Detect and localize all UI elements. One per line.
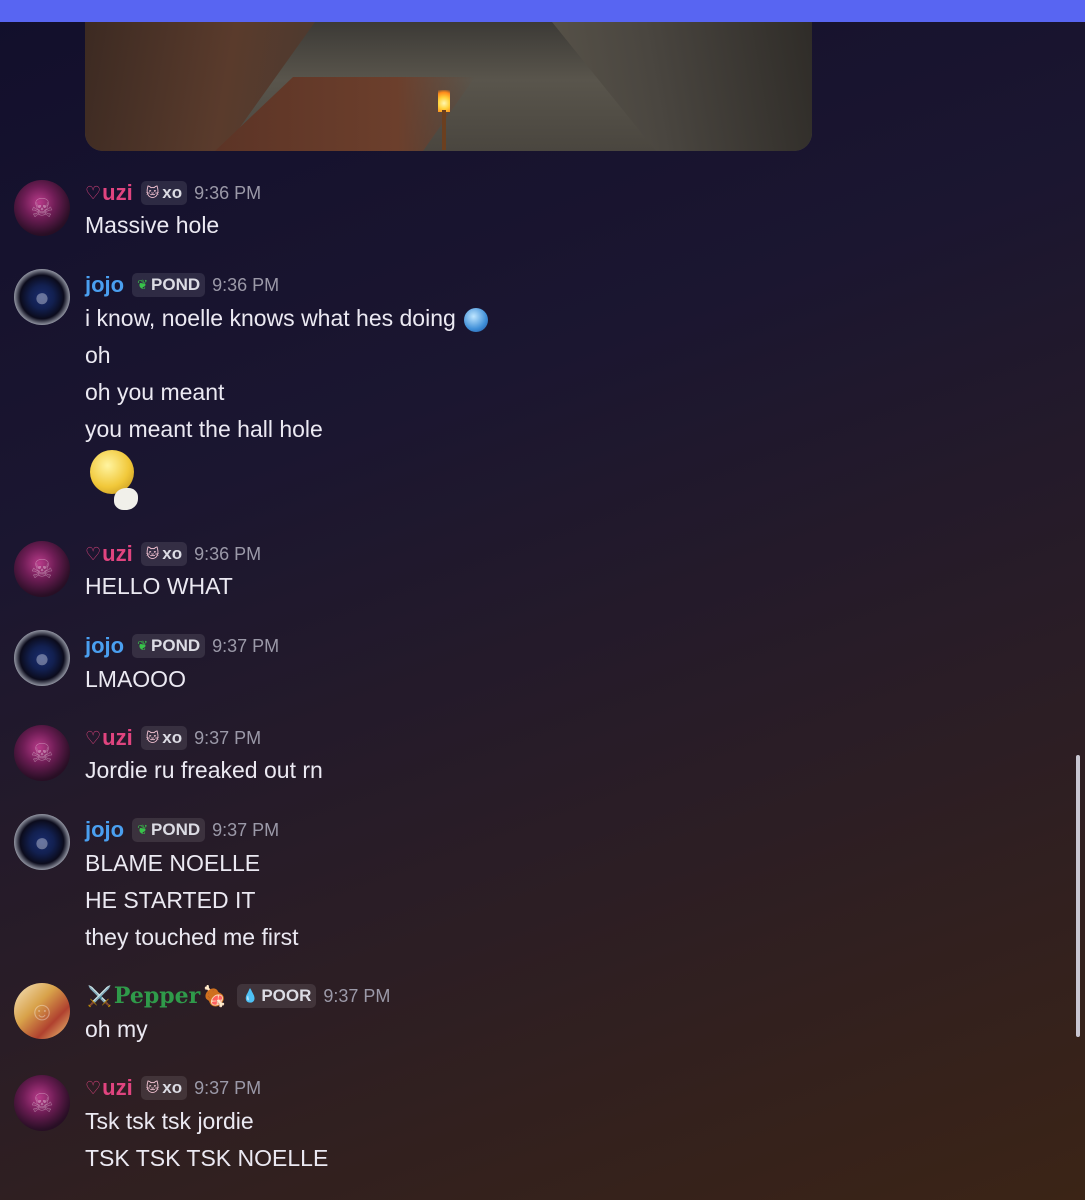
message-text: LMAOOO (85, 666, 186, 692)
message-header: ♡ uzi 🐱 xo 9:37 PM (85, 725, 261, 751)
message-header: jojo ❦ POND 9:36 PM (85, 272, 279, 298)
timestamp: 9:36 PM (212, 274, 280, 295)
username[interactable]: jojo (85, 272, 124, 298)
timestamp: 9:37 PM (212, 819, 280, 840)
message-text: oh you meant (85, 379, 225, 405)
role-tag-label: POND (151, 275, 201, 294)
cat-icon: 🐱 (145, 1080, 160, 1095)
meat-icon: 🍖 (202, 985, 228, 1008)
user-avatar-icon: ☠ (30, 737, 54, 768)
heart-icon: ♡ (85, 182, 102, 203)
user-avatar-icon: ☠ (30, 1087, 54, 1118)
timestamp: 9:37 PM (194, 1077, 262, 1098)
cave-wall-right (552, 22, 812, 151)
role-tag[interactable]: 🐱 xo (140, 1076, 188, 1100)
message-header: jojo ❦ POND 9:37 PM (85, 633, 279, 659)
role-tag-label: xo (162, 1078, 183, 1097)
message-header: ♡ uzi 🐱 xo 9:36 PM (85, 180, 261, 206)
message-header: ⚔️ Pepper 🍖 💧 POOR 9:37 PM (85, 983, 390, 1009)
heart-icon: ♡ (85, 1077, 102, 1098)
avatar[interactable]: ☠ (14, 180, 70, 236)
message-text: Tsk tsk tsk jordie (85, 1108, 254, 1134)
message-text: HE STARTED IT (85, 887, 256, 913)
role-tag-label: xo (162, 728, 183, 747)
role-tag-label: POOR (261, 986, 312, 1005)
message-text: oh (85, 342, 111, 368)
leaf-icon: ❦ (137, 638, 149, 653)
avatar[interactable]: ● (14, 269, 70, 325)
message-header: jojo ❦ POND 9:37 PM (85, 817, 279, 843)
user-avatar-icon: ☺ (28, 995, 56, 1026)
avatar[interactable]: ☠ (14, 541, 70, 597)
message-text: you meant the hall hole (85, 416, 323, 442)
avatar[interactable]: ☠ (14, 1075, 70, 1131)
username[interactable]: uzi (102, 725, 133, 751)
timestamp: 9:37 PM (194, 727, 262, 748)
message-text: Jordie ru freaked out rn (85, 757, 323, 783)
message-text-content: i know, noelle knows what hes doing (85, 305, 456, 331)
user-avatar-icon: ● (34, 281, 50, 312)
top-header-bar (0, 0, 1085, 22)
role-tag[interactable]: ❦ POND (132, 818, 206, 842)
cat-icon: 🐱 (145, 546, 160, 561)
user-avatar-icon: ● (34, 642, 50, 673)
role-tag[interactable]: 🐱 xo (140, 542, 188, 566)
role-tag[interactable]: 🐱 xo (140, 181, 188, 205)
role-tag[interactable]: ❦ POND (132, 273, 206, 297)
message-text: HELLO WHAT (85, 573, 233, 599)
username[interactable]: uzi (102, 541, 133, 567)
timestamp: 9:37 PM (212, 635, 280, 656)
username[interactable]: uzi (102, 1075, 133, 1101)
leaf-icon: ❦ (137, 822, 149, 837)
username[interactable]: jojo (85, 817, 124, 843)
user-avatar-icon: ☠ (30, 192, 54, 223)
username[interactable]: uzi (102, 180, 133, 206)
avatar[interactable]: ● (14, 630, 70, 686)
leaf-icon: ❦ (137, 277, 149, 292)
timestamp: 9:36 PM (194, 543, 262, 564)
droplet-icon: 💧 (242, 988, 259, 1003)
cat-icon: 🐱 (145, 730, 160, 745)
cat-icon: 🐱 (145, 185, 160, 200)
message-text: oh my (85, 1016, 148, 1042)
message-text: Massive hole (85, 212, 220, 238)
crossed-swords-icon: ⚔️ (87, 985, 112, 1008)
thinking-emoji-icon[interactable] (88, 450, 146, 512)
role-tag-label: POND (151, 636, 201, 655)
avatar[interactable]: ☺ (14, 983, 70, 1039)
avatar[interactable]: ☠ (14, 725, 70, 781)
heart-icon: ♡ (85, 543, 102, 564)
timestamp: 9:36 PM (194, 182, 262, 203)
timestamp: 9:37 PM (323, 985, 391, 1006)
avatar[interactable]: ● (14, 814, 70, 870)
torch-icon (437, 90, 451, 150)
message-header: ♡ uzi 🐱 xo 9:37 PM (85, 1075, 261, 1101)
image-attachment[interactable] (85, 22, 812, 151)
scrollbar[interactable] (1076, 755, 1080, 1037)
role-tag-label: xo (162, 544, 183, 563)
username[interactable]: jojo (85, 633, 124, 659)
blue-face-emoji-icon[interactable] (463, 307, 488, 332)
user-avatar-icon: ● (34, 826, 50, 857)
username[interactable]: Pepper (114, 983, 200, 1009)
heart-icon: ♡ (85, 727, 102, 748)
message-header: ♡ uzi 🐱 xo 9:36 PM (85, 541, 261, 567)
message-text: they touched me first (85, 924, 299, 950)
role-tag-label: POND (151, 820, 201, 839)
role-tag[interactable]: 🐱 xo (140, 726, 188, 750)
role-tag[interactable]: ❦ POND (132, 634, 206, 658)
role-tag[interactable]: 💧 POOR (237, 984, 317, 1008)
message-text: BLAME NOELLE (85, 850, 261, 876)
user-avatar-icon: ☠ (30, 553, 54, 584)
message-text: i know, noelle knows what hes doing (85, 303, 488, 333)
role-tag-label: xo (162, 183, 183, 202)
message-text: TSK TSK TSK NOELLE (85, 1145, 329, 1171)
